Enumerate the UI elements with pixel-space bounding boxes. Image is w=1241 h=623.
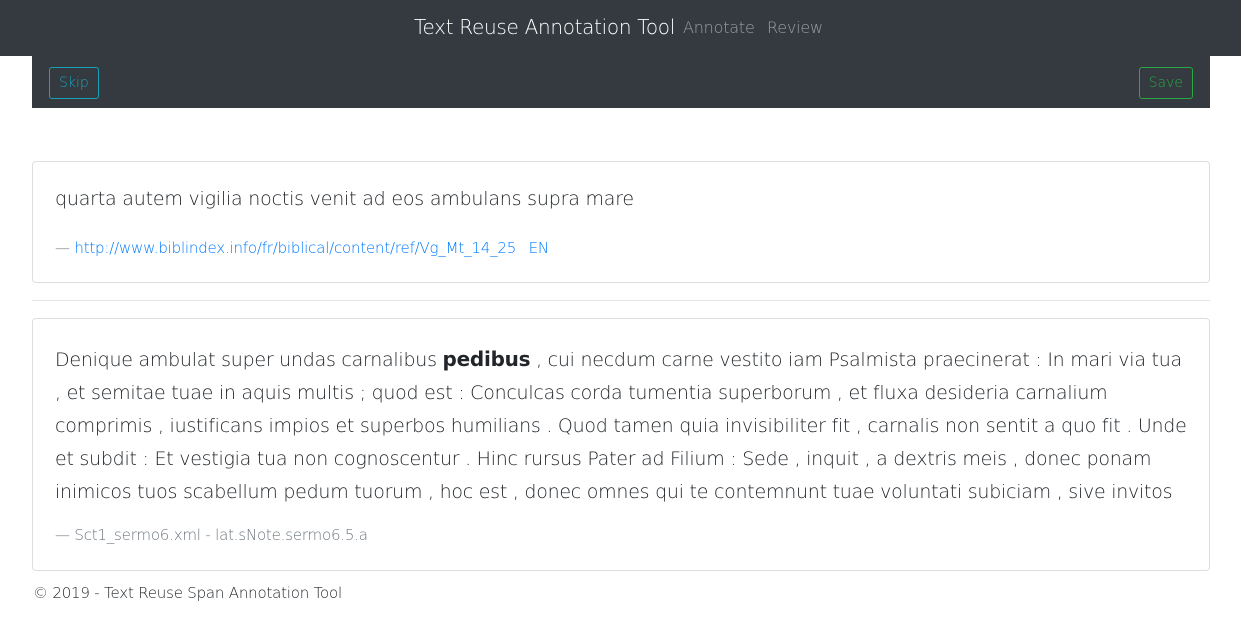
source-quote-card: quarta autem vigilia noctis venit ad eos…: [32, 161, 1210, 283]
nav-link-annotate[interactable]: Annotate: [683, 18, 755, 37]
source-link[interactable]: http://www.biblindex.info/fr/biblical/co…: [74, 239, 516, 257]
page-footer: © 2019 - Text Reuse Span Annotation Tool: [33, 584, 342, 602]
source-quote-text: quarta autem vigilia noctis venit ad eos…: [55, 188, 634, 210]
target-quote-text[interactable]: Denique ambulat super undas carnalibus p…: [55, 343, 1191, 509]
top-navbar: Text Reuse Annotation Tool Annotate Revi…: [0, 0, 1241, 56]
navbar-brand[interactable]: Text Reuse Annotation Tool: [414, 15, 675, 39]
action-toolbar: Skip Save: [32, 56, 1210, 108]
nav-link-review[interactable]: Review: [767, 18, 823, 37]
target-quote-card: Denique ambulat super undas carnalibus p…: [32, 318, 1210, 571]
target-citation: — Sct1_sermo6.xml - lat.sNote.sermo6.5.a: [55, 526, 368, 544]
citation-dash: —: [55, 239, 70, 257]
divider: [32, 300, 1210, 301]
skip-button[interactable]: Skip: [49, 67, 99, 99]
source-citation: — http://www.biblindex.info/fr/biblical/…: [55, 239, 549, 257]
save-button[interactable]: Save: [1138, 67, 1193, 99]
language-link[interactable]: EN: [529, 239, 550, 257]
target-text-before: Denique ambulat super undas carnalibus: [55, 349, 443, 371]
highlighted-token[interactable]: pedibus: [443, 347, 531, 371]
target-text-after: , cui necdum carne vestito iam Psalmista…: [55, 349, 1187, 503]
